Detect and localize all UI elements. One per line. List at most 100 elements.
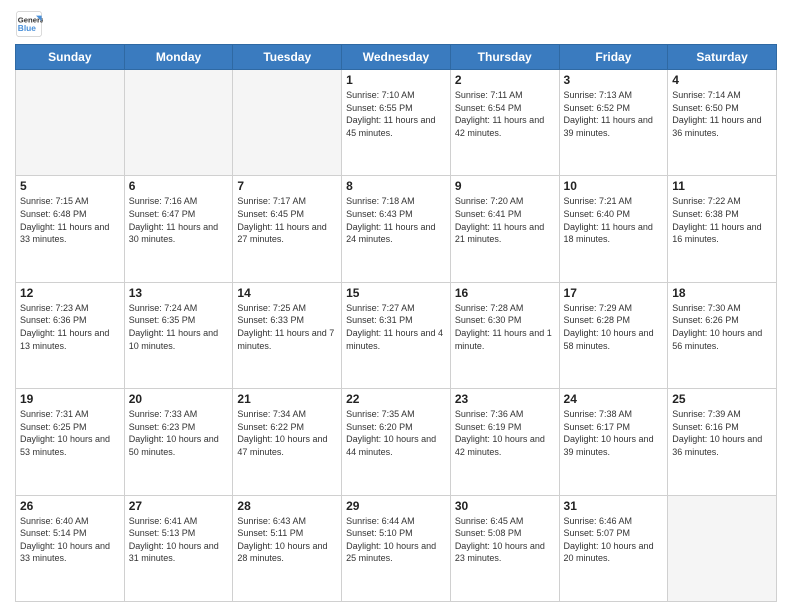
calendar-week-2: 12 Sunrise: 7:23 AM Sunset: 6:36 PM Dayli… [16, 282, 777, 388]
calendar-cell: 15 Sunrise: 7:27 AM Sunset: 6:31 PM Dayli… [342, 282, 451, 388]
day-info: Sunrise: 7:15 AM Sunset: 6:48 PM Dayligh… [20, 195, 120, 245]
day-number: 25 [672, 392, 772, 406]
day-number: 20 [129, 392, 229, 406]
calendar-week-0: 1 Sunrise: 7:10 AM Sunset: 6:55 PM Daylig… [16, 70, 777, 176]
day-info: Sunrise: 7:27 AM Sunset: 6:31 PM Dayligh… [346, 302, 446, 352]
day-info: Sunrise: 7:23 AM Sunset: 6:36 PM Dayligh… [20, 302, 120, 352]
calendar-cell: 17 Sunrise: 7:29 AM Sunset: 6:28 PM Dayli… [559, 282, 668, 388]
calendar-cell: 9Sunrise: 7:20 AM Sunset: 6:41 PM Daylig… [450, 176, 559, 282]
day-info: Sunrise: 6:44 AM Sunset: 5:10 PM Dayligh… [346, 515, 446, 565]
calendar-cell: 6 Sunrise: 7:16 AM Sunset: 6:47 PM Daylig… [124, 176, 233, 282]
day-number: 28 [237, 499, 337, 513]
day-info: Sunrise: 7:22 AM Sunset: 6:38 PM Dayligh… [672, 195, 772, 245]
day-info: Sunrise: 7:39 AM Sunset: 6:16 PM Dayligh… [672, 408, 772, 458]
calendar-cell: 13Sunrise: 7:24 AM Sunset: 6:35 PM Dayli… [124, 282, 233, 388]
day-info: Sunrise: 7:18 AM Sunset: 6:43 PM Dayligh… [346, 195, 446, 245]
day-header-thursday: Thursday [450, 45, 559, 70]
day-info: Sunrise: 6:41 AM Sunset: 5:13 PM Dayligh… [129, 515, 229, 565]
day-info: Sunrise: 6:46 AM Sunset: 5:07 PM Dayligh… [564, 515, 664, 565]
day-info: Sunrise: 7:38 AM Sunset: 6:17 PM Dayligh… [564, 408, 664, 458]
calendar-cell: 16 Sunrise: 7:28 AM Sunset: 6:30 PM Dayli… [450, 282, 559, 388]
calendar-cell: 27 Sunrise: 6:41 AM Sunset: 5:13 PM Dayli… [124, 495, 233, 601]
calendar-cell: 29 Sunrise: 6:44 AM Sunset: 5:10 PM Dayli… [342, 495, 451, 601]
day-info: Sunrise: 7:11 AM Sunset: 6:54 PM Dayligh… [455, 89, 555, 139]
day-info: Sunrise: 7:29 AM Sunset: 6:28 PM Dayligh… [564, 302, 664, 352]
calendar-week-4: 26Sunrise: 6:40 AM Sunset: 5:14 PM Dayli… [16, 495, 777, 601]
calendar-cell: 30 Sunrise: 6:45 AM Sunset: 5:08 PM Dayli… [450, 495, 559, 601]
day-header-tuesday: Tuesday [233, 45, 342, 70]
day-number: 30 [455, 499, 555, 513]
calendar-cell [233, 70, 342, 176]
calendar-cell: 2 Sunrise: 7:11 AM Sunset: 6:54 PM Daylig… [450, 70, 559, 176]
calendar-cell: 5 Sunrise: 7:15 AM Sunset: 6:48 PM Daylig… [16, 176, 125, 282]
day-info: Sunrise: 6:40 AM Sunset: 5:14 PM Dayligh… [20, 515, 120, 565]
day-info: Sunrise: 7:34 AM Sunset: 6:22 PM Dayligh… [237, 408, 337, 458]
day-header-friday: Friday [559, 45, 668, 70]
calendar-cell: 1 Sunrise: 7:10 AM Sunset: 6:55 PM Daylig… [342, 70, 451, 176]
day-info: Sunrise: 7:33 AM Sunset: 6:23 PM Dayligh… [129, 408, 229, 458]
day-info: Sunrise: 7:17 AM Sunset: 6:45 PM Dayligh… [237, 195, 337, 245]
svg-text:Blue: Blue [18, 23, 36, 33]
calendar-cell [16, 70, 125, 176]
calendar-cell: 24 Sunrise: 7:38 AM Sunset: 6:17 PM Dayli… [559, 389, 668, 495]
calendar-cell: 20 Sunrise: 7:33 AM Sunset: 6:23 PM Dayli… [124, 389, 233, 495]
day-number: 15 [346, 286, 446, 300]
calendar-cell: 10 Sunrise: 7:21 AM Sunset: 6:40 PM Dayli… [559, 176, 668, 282]
calendar-cell: 3Sunrise: 7:13 AM Sunset: 6:52 PM Daylig… [559, 70, 668, 176]
calendar-cell: 4Sunrise: 7:14 AM Sunset: 6:50 PM Daylig… [668, 70, 777, 176]
day-number: 18 [672, 286, 772, 300]
calendar-cell: 31Sunrise: 6:46 AM Sunset: 5:07 PM Dayli… [559, 495, 668, 601]
calendar-cell [668, 495, 777, 601]
calendar-cell: 25 Sunrise: 7:39 AM Sunset: 6:16 PM Dayli… [668, 389, 777, 495]
day-number: 27 [129, 499, 229, 513]
calendar-cell: 11 Sunrise: 7:22 AM Sunset: 6:38 PM Dayli… [668, 176, 777, 282]
calendar-cell: 23Sunrise: 7:36 AM Sunset: 6:19 PM Dayli… [450, 389, 559, 495]
day-number: 24 [564, 392, 664, 406]
logo-icon: General Blue [15, 10, 43, 38]
header: General Blue [15, 10, 777, 38]
day-number: 8 [346, 179, 446, 193]
day-number: 6 [129, 179, 229, 193]
day-number: 1 [346, 73, 446, 87]
calendar-cell: 26Sunrise: 6:40 AM Sunset: 5:14 PM Dayli… [16, 495, 125, 601]
day-number: 5 [20, 179, 120, 193]
day-info: Sunrise: 7:10 AM Sunset: 6:55 PM Dayligh… [346, 89, 446, 139]
calendar-cell: 28 Sunrise: 6:43 AM Sunset: 5:11 PM Dayli… [233, 495, 342, 601]
day-number: 11 [672, 179, 772, 193]
day-number: 21 [237, 392, 337, 406]
day-number: 22 [346, 392, 446, 406]
calendar-cell: 14Sunrise: 7:25 AM Sunset: 6:33 PM Dayli… [233, 282, 342, 388]
calendar-cell: 22Sunrise: 7:35 AM Sunset: 6:20 PM Dayli… [342, 389, 451, 495]
day-number: 16 [455, 286, 555, 300]
calendar-cell: 21 Sunrise: 7:34 AM Sunset: 6:22 PM Dayli… [233, 389, 342, 495]
day-info: Sunrise: 7:14 AM Sunset: 6:50 PM Dayligh… [672, 89, 772, 139]
day-info: Sunrise: 7:28 AM Sunset: 6:30 PM Dayligh… [455, 302, 555, 352]
day-info: Sunrise: 7:16 AM Sunset: 6:47 PM Dayligh… [129, 195, 229, 245]
page: General Blue SundayMondayTuesdayWednesda… [0, 0, 792, 612]
calendar-cell: 12 Sunrise: 7:23 AM Sunset: 6:36 PM Dayli… [16, 282, 125, 388]
day-number: 14 [237, 286, 337, 300]
day-info: Sunrise: 6:45 AM Sunset: 5:08 PM Dayligh… [455, 515, 555, 565]
calendar-cell: 8 Sunrise: 7:18 AM Sunset: 6:43 PM Daylig… [342, 176, 451, 282]
day-header-monday: Monday [124, 45, 233, 70]
calendar-week-1: 5 Sunrise: 7:15 AM Sunset: 6:48 PM Daylig… [16, 176, 777, 282]
day-info: Sunrise: 7:21 AM Sunset: 6:40 PM Dayligh… [564, 195, 664, 245]
calendar-cell: 18Sunrise: 7:30 AM Sunset: 6:26 PM Dayli… [668, 282, 777, 388]
day-number: 10 [564, 179, 664, 193]
day-info: Sunrise: 7:36 AM Sunset: 6:19 PM Dayligh… [455, 408, 555, 458]
day-number: 2 [455, 73, 555, 87]
day-number: 13 [129, 286, 229, 300]
day-info: Sunrise: 7:13 AM Sunset: 6:52 PM Dayligh… [564, 89, 664, 139]
day-info: Sunrise: 7:20 AM Sunset: 6:41 PM Dayligh… [455, 195, 555, 245]
day-info: Sunrise: 7:31 AM Sunset: 6:25 PM Dayligh… [20, 408, 120, 458]
calendar-week-3: 19Sunrise: 7:31 AM Sunset: 6:25 PM Dayli… [16, 389, 777, 495]
day-number: 12 [20, 286, 120, 300]
day-number: 17 [564, 286, 664, 300]
day-header-saturday: Saturday [668, 45, 777, 70]
day-number: 7 [237, 179, 337, 193]
day-info: Sunrise: 6:43 AM Sunset: 5:11 PM Dayligh… [237, 515, 337, 565]
day-number: 29 [346, 499, 446, 513]
day-header-sunday: Sunday [16, 45, 125, 70]
calendar-cell: 19Sunrise: 7:31 AM Sunset: 6:25 PM Dayli… [16, 389, 125, 495]
day-header-wednesday: Wednesday [342, 45, 451, 70]
